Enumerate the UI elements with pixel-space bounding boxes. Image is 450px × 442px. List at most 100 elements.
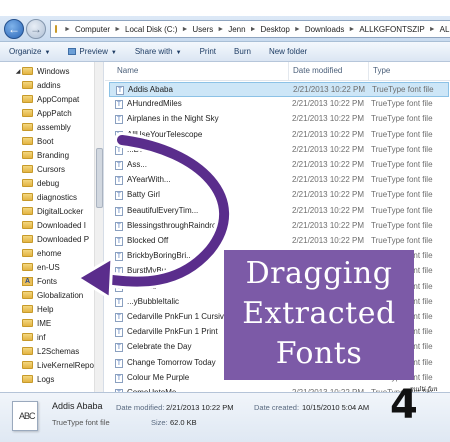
folder-icon [22, 263, 33, 271]
preview-button[interactable]: Preview ▼ [59, 47, 125, 56]
breadcrumb-downloads[interactable]: Downloads [305, 25, 345, 34]
organize-button[interactable]: Organize ▼ [0, 47, 59, 56]
file-type: TrueType font file [371, 205, 433, 215]
breadcrumb-desktop[interactable]: Desktop [261, 25, 290, 34]
folder-icon [22, 137, 33, 145]
breadcrumb-users[interactable]: Users [192, 25, 213, 34]
file-row[interactable]: T BeautifulEveryTim... 2/21/2013 10:22 PM T… [109, 204, 449, 219]
folder-icon [22, 347, 33, 355]
logo-words: multi fun [410, 386, 438, 393]
title-line-3: Fonts [275, 336, 363, 371]
nav-item-ime[interactable]: IME [22, 316, 103, 330]
file-type: TrueType font file [371, 220, 433, 230]
nav-item-label: DigitalLocker [37, 206, 84, 216]
file-name: BeautifulEveryTim... [127, 205, 199, 215]
folder-icon [22, 165, 33, 173]
file-type: TrueType font file [371, 190, 433, 200]
folder-icon [22, 123, 33, 131]
file-row[interactable]: T AHundredMiles 2/21/2013 10:22 PM TrueType… [109, 97, 449, 112]
nav-item-inf[interactable]: inf [22, 330, 103, 344]
nav-scrollbar[interactable] [94, 62, 103, 392]
file-type: TrueType font file [371, 144, 433, 154]
breadcrumb[interactable]: ► Computer ► Local Disk (C:) ► Users ► J… [50, 20, 450, 38]
title-overlay-text: Dragging Extracted Fonts [224, 254, 414, 374]
nav-item-help[interactable]: Help [22, 302, 103, 316]
details-file-type: TrueType font file [52, 418, 110, 427]
chevron-right-icon: ► [114, 25, 121, 33]
nav-item-ehome[interactable]: ehome [22, 246, 103, 260]
nav-item-branding[interactable]: Branding [22, 148, 103, 162]
back-button[interactable]: ← [4, 19, 24, 39]
truetype-font-icon: T [115, 282, 123, 292]
nav-item-debug[interactable]: debug [22, 176, 103, 190]
file-date-modified: 2/21/2013 10:22 PM [292, 129, 365, 139]
nav-item-fonts[interactable]: A Fonts [22, 274, 103, 288]
file-name: ...Daughter [127, 144, 167, 154]
nav-item-windows[interactable]: ◢ Windows [14, 64, 103, 78]
file-name: BlessingsthroughRaindrops [127, 220, 225, 230]
breadcrumb-jenn[interactable]: Jenn [228, 25, 245, 34]
file-row[interactable]: T Airplanes in the Night Sky 2/21/2013 10:… [109, 112, 449, 127]
scrollbar-thumb[interactable] [96, 148, 103, 208]
breadcrumb-allkg[interactable]: ALLKG [440, 25, 450, 34]
file-date-modified: 2/21/2013 10:22 PM [292, 236, 365, 245]
dropdown-arrow-icon: ▼ [110, 50, 117, 56]
nav-item-downloaded-installations[interactable]: Downloaded I [22, 218, 103, 232]
share-with-button[interactable]: Share with ▼ [126, 47, 191, 56]
file-date-modified: 2/21/2013 10:22 PM [292, 205, 365, 215]
file-row[interactable]: T ...Daughter 2/21/2013 10:22 PM TrueType f… [109, 143, 449, 158]
column-header-date-modified[interactable]: Date modified [289, 62, 369, 80]
nav-item-label: debug [37, 178, 60, 188]
nav-item-label: L2Schemas [37, 346, 80, 356]
nav-item-globalization[interactable]: Globalization [22, 288, 103, 302]
file-row[interactable]: T Addis Ababa 2/21/2013 10:22 PM TrueType f… [109, 82, 449, 97]
nav-item-boot[interactable]: Boot [22, 134, 103, 148]
title-line-2: Extracted [242, 296, 396, 331]
file-row[interactable]: T AllUseYourTelescope 2/21/2013 10:22 PM Tr… [109, 128, 449, 143]
nav-item-downloaded-program-files[interactable]: Downloaded P [22, 232, 103, 246]
nav-item-label: Globalization [37, 290, 84, 300]
print-button[interactable]: Print [191, 47, 225, 56]
nav-item-logs[interactable]: Logs [22, 372, 103, 386]
expanded-arrow-icon[interactable]: ◢ [14, 68, 22, 75]
file-row[interactable]: T AYearWith... 2/21/2013 10:22 PM TrueType … [109, 173, 449, 188]
folder-icon [22, 375, 33, 383]
nav-item-l2schemas[interactable]: L2Schemas [22, 344, 103, 358]
nav-item-label: diagnostics [37, 192, 78, 202]
truetype-font-icon: T [115, 206, 123, 216]
size-label: Size: [151, 418, 168, 427]
forward-button[interactable]: → [26, 19, 46, 39]
nav-item-digitallocker[interactable]: DigitalLocker [22, 204, 103, 218]
nav-item-label: inf [37, 332, 46, 342]
nav-item-cursors[interactable]: Cursors [22, 162, 103, 176]
file-type: TrueType font file [371, 99, 433, 109]
new-folder-button[interactable]: New folder [260, 47, 316, 56]
nav-item-diagnostics[interactable]: diagnostics [22, 190, 103, 204]
nav-item-appcompat[interactable]: AppCompat [22, 92, 103, 106]
nav-item-label: Downloaded P [37, 234, 90, 244]
file-date-modified: 2/21/2013 10:22 PM [292, 190, 365, 200]
date-modified-label: Date modified: [116, 403, 165, 412]
nav-item-en-us[interactable]: en-US [22, 260, 103, 274]
command-bar: Organize ▼ Preview ▼ Share with ▼ Print Bur… [0, 42, 450, 62]
burn-button[interactable]: Burn [225, 47, 260, 56]
file-date-modified: 2/21/2013 10:22 PM [292, 160, 365, 169]
file-name: AYearWith... [127, 175, 171, 185]
file-row[interactable]: T Blocked Off 2/21/2013 10:22 PM TrueType f… [109, 234, 449, 249]
file-row[interactable]: T BlessingsthroughRaindrops 2/21/2013 10:2… [109, 219, 449, 234]
nav-item-livekernelreports[interactable]: LiveKernelRepo [22, 358, 103, 372]
file-row[interactable]: T Ass... 2/21/2013 10:22 PM TrueType font f… [109, 158, 449, 173]
breadcrumb-computer[interactable]: Computer [75, 25, 110, 34]
breadcrumb-allkgfontszip[interactable]: ALLKGFONTSZIP [359, 25, 424, 34]
nav-item-label: Cursors [37, 164, 66, 174]
file-row[interactable]: T Batty Girl 2/21/2013 10:22 PM TrueType fo… [109, 188, 449, 203]
nav-item-apppatch[interactable]: AppPatch [22, 106, 103, 120]
chevron-right-icon: ► [64, 25, 71, 33]
breadcrumb-local-disk[interactable]: Local Disk (C:) [125, 25, 177, 34]
chevron-right-icon: ► [217, 25, 225, 33]
column-header-type[interactable]: Type [369, 62, 450, 80]
file-date-modified: 2/21/2013 10:22 PM [292, 220, 365, 230]
column-header-name[interactable]: Name [113, 62, 289, 80]
nav-item-assembly[interactable]: assembly [22, 120, 103, 134]
nav-item-addins[interactable]: addins [22, 78, 103, 92]
